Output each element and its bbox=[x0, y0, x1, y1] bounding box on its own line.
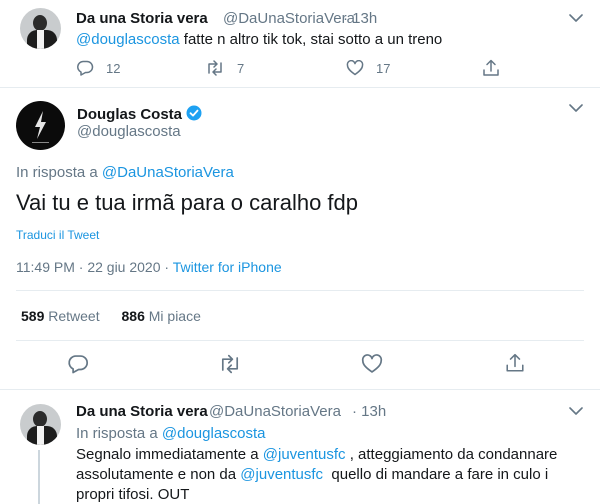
timestamp[interactable]: 11:49 PM · 22 giu 2020 · bbox=[16, 259, 169, 275]
author-name[interactable]: Douglas Costa bbox=[77, 105, 202, 123]
timestamp[interactable]: · 13h bbox=[352, 403, 386, 420]
mention-link[interactable]: @juventusfc bbox=[263, 446, 346, 463]
author-name[interactable]: Da una Storia vera bbox=[76, 10, 208, 27]
reply-icon[interactable] bbox=[67, 354, 89, 374]
mention-link[interactable]: @juventusfc bbox=[240, 466, 323, 483]
tweet-meta: 11:49 PM · 22 giu 2020 · Twitter for iPh… bbox=[16, 259, 282, 275]
tweet-text: Segnalo immediatamente a @juventusfc , a… bbox=[76, 446, 558, 503]
avatar[interactable] bbox=[16, 101, 65, 150]
author-handle[interactable]: @DaUnaStoriaVera bbox=[209, 403, 341, 420]
like-button[interactable]: 17 bbox=[346, 60, 390, 76]
like-stat[interactable]: 886 Mi piace bbox=[122, 308, 201, 324]
author-handle[interactable]: @douglascosta bbox=[77, 123, 181, 140]
retweet-icon[interactable] bbox=[218, 354, 242, 374]
main-tweet: Douglas Costa @douglascosta In risposta … bbox=[0, 88, 600, 390]
reply-button[interactable]: 12 bbox=[76, 60, 120, 76]
reply-to-link[interactable]: @DaUnaStoriaVera bbox=[102, 164, 234, 181]
share-icon[interactable] bbox=[482, 59, 500, 77]
chevron-down-icon[interactable] bbox=[569, 406, 583, 416]
author-name[interactable]: Da una Storia vera bbox=[76, 403, 208, 420]
chevron-down-icon[interactable] bbox=[569, 103, 583, 113]
verified-badge-icon bbox=[186, 105, 202, 121]
reply-context: In risposta a @douglascosta bbox=[76, 425, 266, 442]
tweet-body: fatte n altro tik tok, stai sotto a un t… bbox=[179, 31, 443, 48]
reply-to-link[interactable]: @douglascosta bbox=[162, 425, 266, 442]
retweet-stat[interactable]: 589 Retweet bbox=[21, 308, 100, 324]
like-icon[interactable] bbox=[361, 354, 383, 374]
thread-line bbox=[38, 450, 40, 504]
translate-link[interactable]: Traduci il Tweet bbox=[16, 228, 99, 242]
tweet-bottom[interactable]: Da una Storia vera @DaUnaStoriaVera · 13… bbox=[0, 390, 600, 504]
retweet-button[interactable]: 7 bbox=[205, 60, 244, 76]
tweet-text: Vai tu e tua irmã para o caralho fdp bbox=[16, 190, 359, 215]
reply-context: In risposta a @DaUnaStoriaVera bbox=[16, 164, 234, 181]
retweet-icon bbox=[208, 60, 222, 76]
tweet-top[interactable]: Da una Storia vera @DaUnaStoriaVera · 13… bbox=[0, 0, 600, 88]
avatar[interactable] bbox=[20, 404, 61, 445]
reply-icon bbox=[77, 60, 94, 76]
share-icon[interactable] bbox=[505, 352, 525, 374]
timestamp[interactable]: · 13h bbox=[343, 10, 377, 27]
avatar[interactable] bbox=[20, 8, 61, 49]
chevron-down-icon[interactable] bbox=[569, 13, 583, 23]
tweet-text: @douglascosta fatte n altro tik tok, sta… bbox=[76, 30, 442, 50]
like-icon bbox=[346, 60, 364, 76]
reply-count: 12 bbox=[106, 60, 121, 76]
mention-link[interactable]: @douglascosta bbox=[76, 31, 180, 48]
source-link[interactable]: Twitter for iPhone bbox=[173, 259, 282, 275]
tweet-stats: 589 Retweet 886 Mi piace bbox=[21, 308, 201, 324]
lightning-logo-icon bbox=[32, 111, 49, 143]
author-handle[interactable]: @DaUnaStoriaVera bbox=[223, 10, 355, 27]
retweet-count: 7 bbox=[237, 60, 245, 76]
like-count: 17 bbox=[376, 60, 391, 76]
